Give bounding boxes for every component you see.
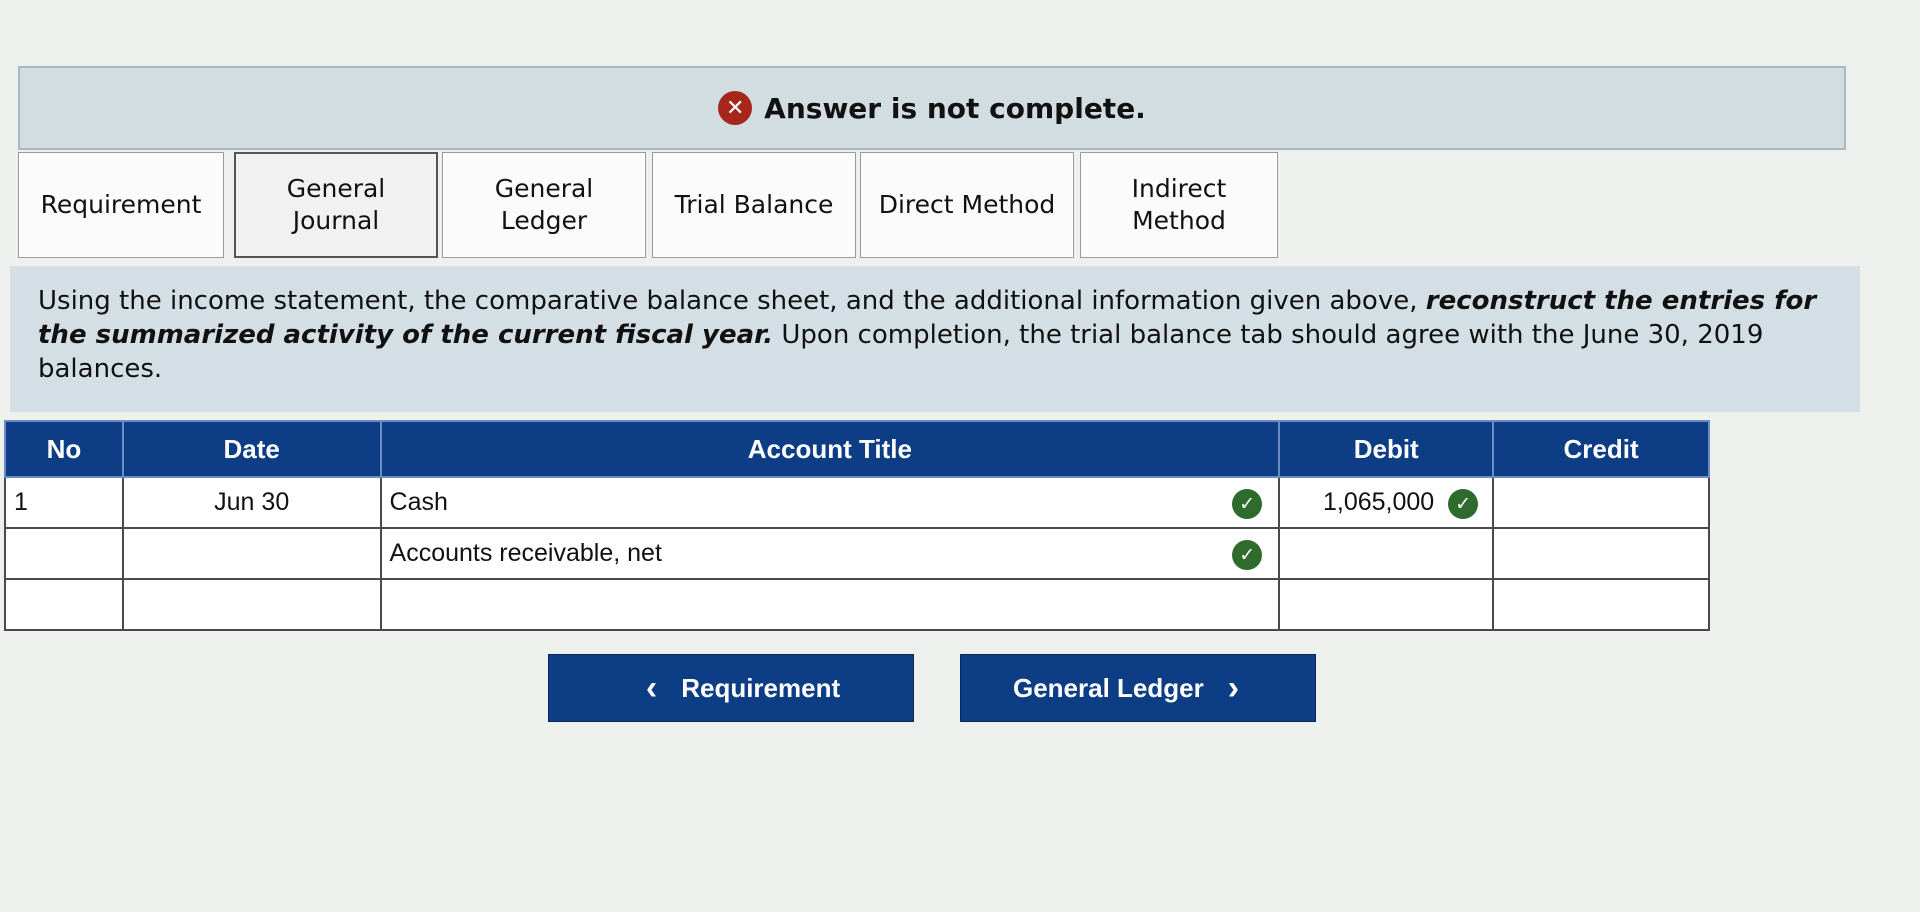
account-title-cell[interactable]: Cash ✓: [379, 476, 1281, 529]
tab-requirement[interactable]: Requirement: [18, 152, 224, 258]
chevron-right-icon: ›: [1227, 668, 1240, 707]
tab-trial-balance[interactable]: Trial Balance: [652, 152, 856, 258]
date-cell[interactable]: [121, 527, 382, 580]
tab-direct-method[interactable]: Direct Method: [860, 152, 1074, 258]
chevron-left-icon: ‹: [645, 668, 658, 707]
x-circle-icon: ✕: [718, 91, 753, 125]
tab-label: General Journal: [286, 174, 386, 235]
entry-number-cell: [4, 527, 124, 580]
prev-button-label: Requirement: [681, 672, 841, 703]
debit-value: 1,065,000: [1322, 488, 1435, 516]
account-title-value: Accounts receivable, net: [389, 539, 662, 567]
instructions-text: Using the income statement, the comparat…: [38, 286, 1426, 316]
column-header-no: No: [4, 420, 124, 478]
entry-number-cell: 1: [4, 476, 124, 529]
account-title-value: Cash: [389, 488, 448, 516]
entry-number-cell: [4, 578, 124, 631]
tab-bar: Requirement General Journal General Ledger…: [18, 152, 1278, 262]
table-header-row: No Date Account Title Debit Credit: [4, 420, 1710, 478]
column-header-credit: Credit: [1492, 420, 1710, 478]
table-row: 1 Jun 30 Cash ✓ 1,065,000 ✓: [4, 476, 1710, 529]
correct-check-icon: ✓: [1232, 540, 1263, 570]
account-title-cell[interactable]: [379, 578, 1281, 631]
correct-check-icon: ✓: [1448, 489, 1479, 519]
answer-status-banner: ✕ Answer is not complete.: [18, 66, 1846, 150]
tab-general-ledger[interactable]: General Ledger: [442, 152, 646, 258]
tab-label: Requirement: [40, 190, 202, 219]
tab-label: Indirect Method: [1131, 174, 1227, 235]
credit-cell[interactable]: [1492, 578, 1710, 631]
instructions-panel: Using the income statement, the comparat…: [10, 266, 1860, 412]
column-header-debit: Debit: [1278, 420, 1495, 478]
tab-general-journal[interactable]: General Journal: [234, 152, 438, 258]
next-general-ledger-button[interactable]: General Ledger ›: [960, 654, 1316, 722]
tab-label: General Ledger: [494, 174, 594, 235]
date-cell[interactable]: Jun 30: [121, 476, 382, 529]
tab-label: Direct Method: [878, 190, 1056, 219]
correct-check-icon: ✓: [1232, 489, 1263, 519]
date-cell[interactable]: [121, 578, 382, 631]
credit-cell[interactable]: [1492, 527, 1710, 580]
tab-indirect-method[interactable]: Indirect Method: [1080, 152, 1278, 258]
debit-cell[interactable]: [1278, 578, 1495, 631]
column-header-date: Date: [121, 420, 382, 478]
table-row: Accounts receivable, net ✓: [4, 527, 1710, 580]
column-header-account-title: Account Title: [379, 420, 1281, 478]
tab-label: Trial Balance: [674, 190, 834, 219]
answer-status-message: Answer is not complete.: [764, 91, 1146, 125]
next-button-label: General Ledger: [1012, 672, 1204, 703]
prev-requirement-button[interactable]: ‹ Requirement: [548, 654, 914, 722]
account-title-cell[interactable]: Accounts receivable, net ✓: [379, 527, 1281, 580]
journal-entry-table: No Date Account Title Debit Credit 1 Jun…: [4, 420, 1710, 631]
credit-cell[interactable]: [1492, 476, 1710, 529]
table-row: [4, 578, 1710, 631]
debit-cell[interactable]: 1,065,000 ✓: [1278, 476, 1495, 529]
debit-cell[interactable]: [1278, 527, 1495, 580]
